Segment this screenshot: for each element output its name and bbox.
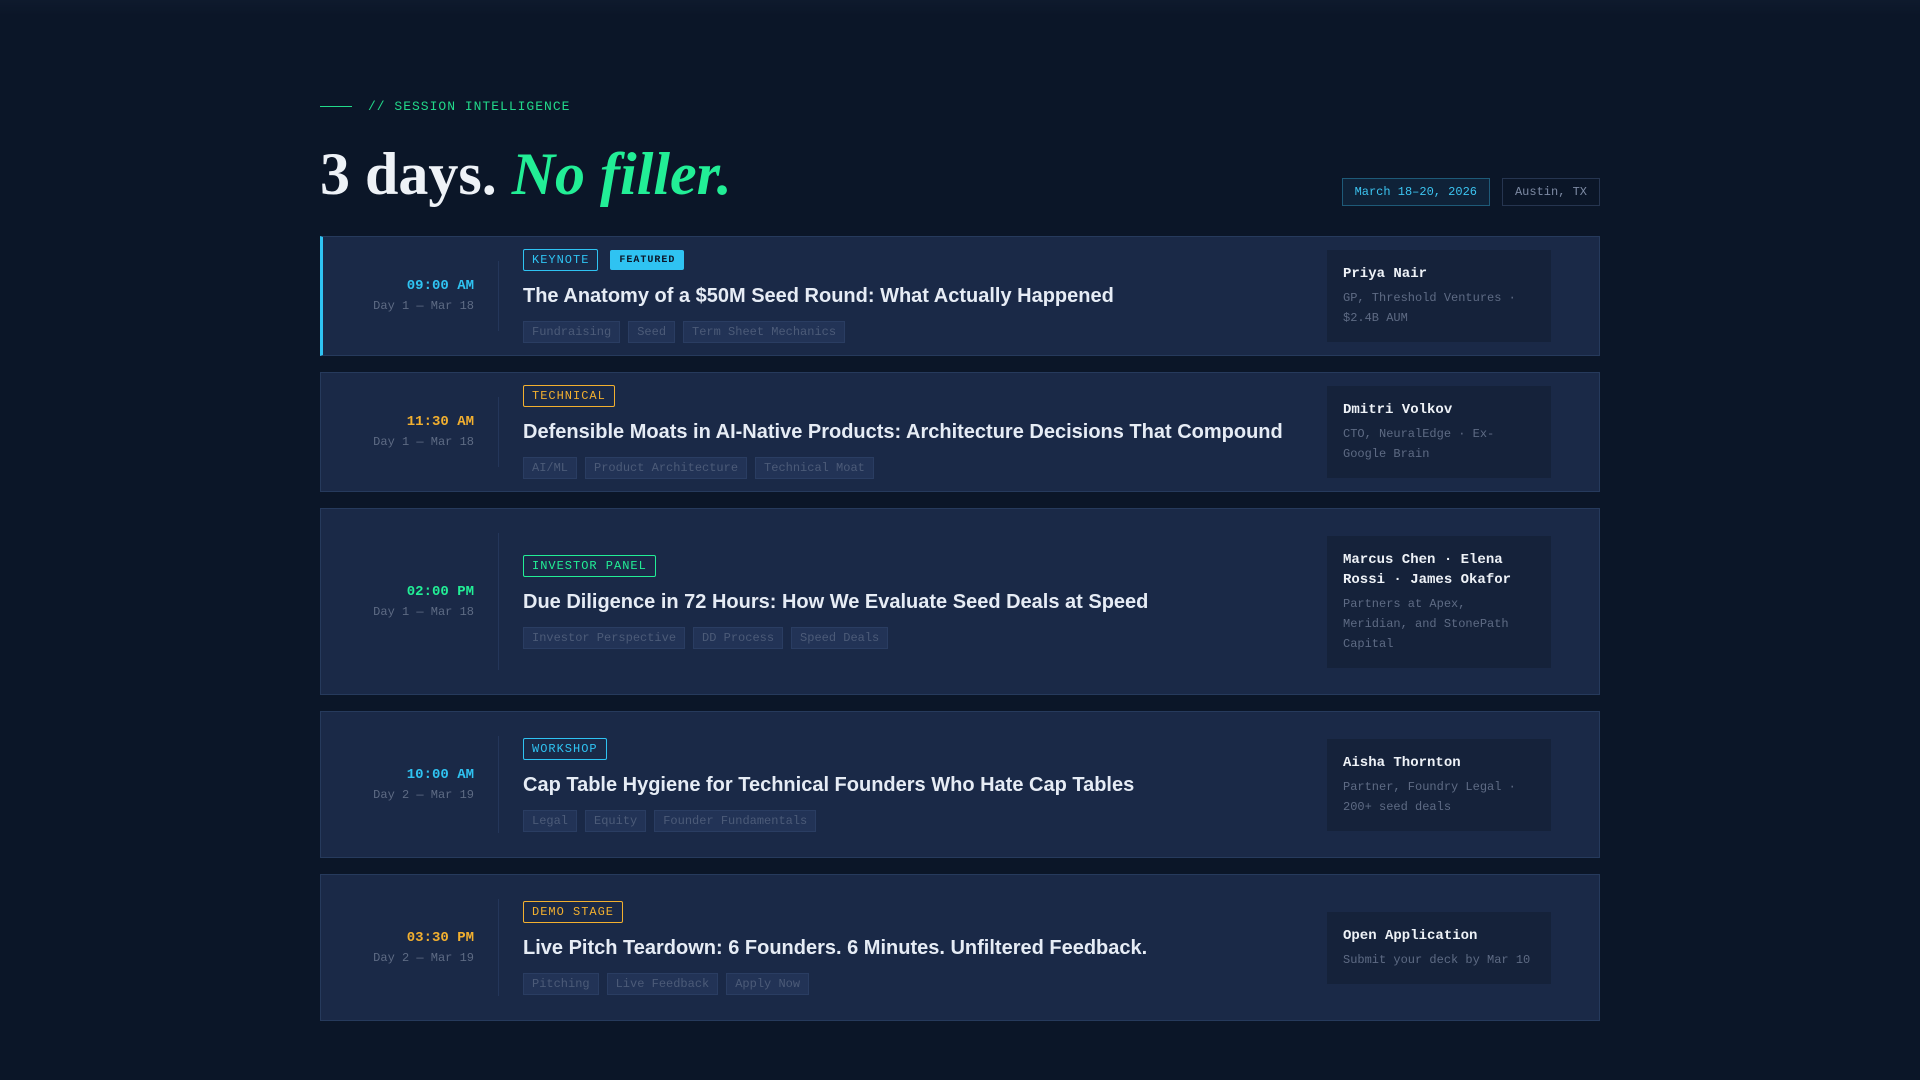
- session-body: KEYNOTE FEATURED The Anatomy of a $50M S…: [499, 237, 1327, 355]
- session-body: DEMO STAGE Live Pitch Teardown: 6 Founde…: [499, 875, 1327, 1020]
- session-title[interactable]: Due Diligence in 72 Hours: How We Evalua…: [523, 589, 1303, 615]
- session-body: INVESTOR PANEL Due Diligence in 72 Hours…: [499, 509, 1327, 694]
- speaker-card[interactable]: Dmitri Volkov CTO, NeuralEdge · Ex-Googl…: [1327, 386, 1551, 478]
- session-tag[interactable]: Founder Fundamentals: [654, 809, 817, 832]
- session-type-badge: TECHNICAL: [523, 385, 615, 407]
- speaker-name: Open Application: [1343, 927, 1478, 944]
- speaker-card[interactable]: Open Application Submit your deck by Mar…: [1327, 911, 1551, 984]
- session-time: 02:00 PM: [406, 583, 474, 600]
- session-tag[interactable]: Live Feedback: [606, 972, 719, 995]
- speaker-name: Marcus Chen · Elena Rossi · James Okafor: [1343, 551, 1512, 588]
- session-tags: AI/ML Product Architecture Technical Moa…: [523, 457, 1303, 479]
- speaker-block: Aisha Thornton Partner, Foundry Legal · …: [1327, 712, 1599, 857]
- session-time: 09:00 AM: [406, 278, 474, 294]
- event-location-chip: Austin, TX: [1501, 178, 1600, 206]
- speaker-role: Partner, Foundry Legal · 200+ seed deals: [1343, 779, 1516, 814]
- session-title[interactable]: Cap Table Hygiene for Technical Founders…: [523, 772, 1303, 798]
- session-tags: Investor Perspective DD Process Speed De…: [523, 626, 1303, 649]
- session-tag[interactable]: Speed Deals: [791, 626, 889, 649]
- title-main: 3 days.: [320, 141, 497, 207]
- session-list: 09:00 AM Day 1 — Mar 18 KEYNOTE FEATURED…: [320, 236, 1600, 1037]
- session-tag[interactable]: Apply Now: [726, 972, 810, 995]
- featured-badge: FEATURED: [610, 250, 685, 270]
- session-time: 11:30 AM: [406, 414, 474, 430]
- session-title[interactable]: Defensible Moats in AI-Native Products: …: [523, 419, 1303, 445]
- session-day: Day 1 — Mar 18: [373, 299, 474, 313]
- title-accent: No filler.: [511, 141, 732, 207]
- session-badges: WORKSHOP: [523, 737, 1303, 760]
- session-type-badge: INVESTOR PANEL: [523, 554, 656, 577]
- session-card[interactable]: 03:30 PM Day 2 — Mar 19 DEMO STAGE Live …: [320, 874, 1600, 1021]
- page-title: 3 days. No filler.: [320, 144, 732, 204]
- session-time: 03:30 PM: [406, 929, 474, 946]
- session-tag[interactable]: Technical Moat: [755, 457, 874, 479]
- session-body: WORKSHOP Cap Table Hygiene for Technical…: [499, 712, 1327, 857]
- section-eyebrow: // SESSION INTELLIGENCE: [320, 96, 1600, 116]
- speaker-card[interactable]: Marcus Chen · Elena Rossi · James Okafor…: [1327, 535, 1551, 668]
- speaker-block: Open Application Submit your deck by Mar…: [1327, 875, 1599, 1020]
- speaker-role: CTO, NeuralEdge · Ex-Google Brain: [1343, 427, 1495, 461]
- session-title[interactable]: The Anatomy of a $50M Seed Round: What A…: [523, 283, 1303, 309]
- event-date-chip: March 18–20, 2026: [1341, 178, 1490, 206]
- session-time: 10:00 AM: [406, 766, 474, 783]
- session-tag[interactable]: Legal: [523, 809, 578, 832]
- session-badges: TECHNICAL: [523, 385, 1303, 407]
- session-type-badge: KEYNOTE: [523, 249, 599, 271]
- session-day: Day 2 — Mar 19: [373, 950, 474, 965]
- session-tag[interactable]: DD Process: [693, 626, 784, 649]
- session-time-block: 09:00 AM Day 1 — Mar 18: [323, 261, 499, 331]
- speaker-role: Submit your deck by Mar 10: [1343, 952, 1531, 967]
- speaker-block: Marcus Chen · Elena Rossi · James Okafor…: [1327, 509, 1599, 694]
- session-tag[interactable]: AI/ML: [523, 457, 578, 479]
- session-type-badge: WORKSHOP: [523, 737, 607, 760]
- session-card[interactable]: 11:30 AM Day 1 — Mar 18 TECHNICAL Defens…: [320, 372, 1600, 492]
- session-card[interactable]: 09:00 AM Day 1 — Mar 18 KEYNOTE FEATURED…: [320, 236, 1600, 356]
- eyebrow-line: [320, 105, 352, 107]
- speaker-name: Dmitri Volkov: [1343, 402, 1453, 418]
- event-meta: March 18–20, 2026 Austin, TX: [1341, 178, 1600, 206]
- speaker-name: Aisha Thornton: [1343, 754, 1461, 771]
- session-day: Day 2 — Mar 19: [373, 787, 474, 802]
- session-tag[interactable]: Equity: [585, 809, 647, 832]
- session-badges: INVESTOR PANEL: [523, 554, 1303, 577]
- page-container: // SESSION INTELLIGENCE 3 days. No fille…: [320, 96, 1600, 1021]
- speaker-block: Priya Nair GP, Threshold Ventures · $2.4…: [1327, 237, 1599, 355]
- speaker-role: GP, Threshold Ventures · $2.4B AUM: [1343, 291, 1516, 325]
- session-tag[interactable]: Investor Perspective: [523, 626, 686, 649]
- session-badges: KEYNOTE FEATURED: [523, 249, 1303, 271]
- session-tags: Fundraising Seed Term Sheet Mechanics: [523, 321, 1303, 343]
- session-day: Day 1 — Mar 18: [373, 435, 474, 449]
- speaker-name: Priya Nair: [1343, 266, 1428, 282]
- eyebrow-label: // SESSION INTELLIGENCE: [368, 98, 571, 114]
- speaker-card[interactable]: Aisha Thornton Partner, Foundry Legal · …: [1327, 738, 1551, 831]
- speaker-card[interactable]: Priya Nair GP, Threshold Ventures · $2.4…: [1327, 250, 1551, 342]
- speaker-role: Partners at Apex, Meridian, and StonePat…: [1343, 596, 1509, 651]
- session-tag[interactable]: Seed: [628, 321, 676, 343]
- session-card[interactable]: 02:00 PM Day 1 — Mar 18 INVESTOR PANEL D…: [320, 508, 1600, 695]
- session-time-block: 10:00 AM Day 2 — Mar 19: [321, 736, 499, 833]
- session-time-block: 03:30 PM Day 2 — Mar 19: [321, 899, 499, 996]
- header-row: 3 days. No filler. March 18–20, 2026 Aus…: [320, 116, 1600, 206]
- session-tag[interactable]: Pitching: [523, 972, 599, 995]
- session-time-block: 11:30 AM Day 1 — Mar 18: [321, 397, 499, 467]
- session-title[interactable]: Live Pitch Teardown: 6 Founders. 6 Minut…: [523, 935, 1303, 961]
- session-day: Day 1 — Mar 18: [373, 604, 474, 619]
- session-tag[interactable]: Product Architecture: [585, 457, 748, 479]
- session-tags: Legal Equity Founder Fundamentals: [523, 809, 1303, 832]
- speaker-block: Dmitri Volkov CTO, NeuralEdge · Ex-Googl…: [1327, 373, 1599, 491]
- session-tags: Pitching Live Feedback Apply Now: [523, 972, 1303, 995]
- session-tag[interactable]: Fundraising: [523, 321, 621, 343]
- session-time-block: 02:00 PM Day 1 — Mar 18: [321, 533, 499, 670]
- session-type-badge: DEMO STAGE: [523, 900, 624, 923]
- session-tag[interactable]: Term Sheet Mechanics: [683, 321, 846, 343]
- session-body: TECHNICAL Defensible Moats in AI-Native …: [499, 373, 1327, 491]
- session-card[interactable]: 10:00 AM Day 2 — Mar 19 WORKSHOP Cap Tab…: [320, 711, 1600, 858]
- session-badges: DEMO STAGE: [523, 900, 1303, 923]
